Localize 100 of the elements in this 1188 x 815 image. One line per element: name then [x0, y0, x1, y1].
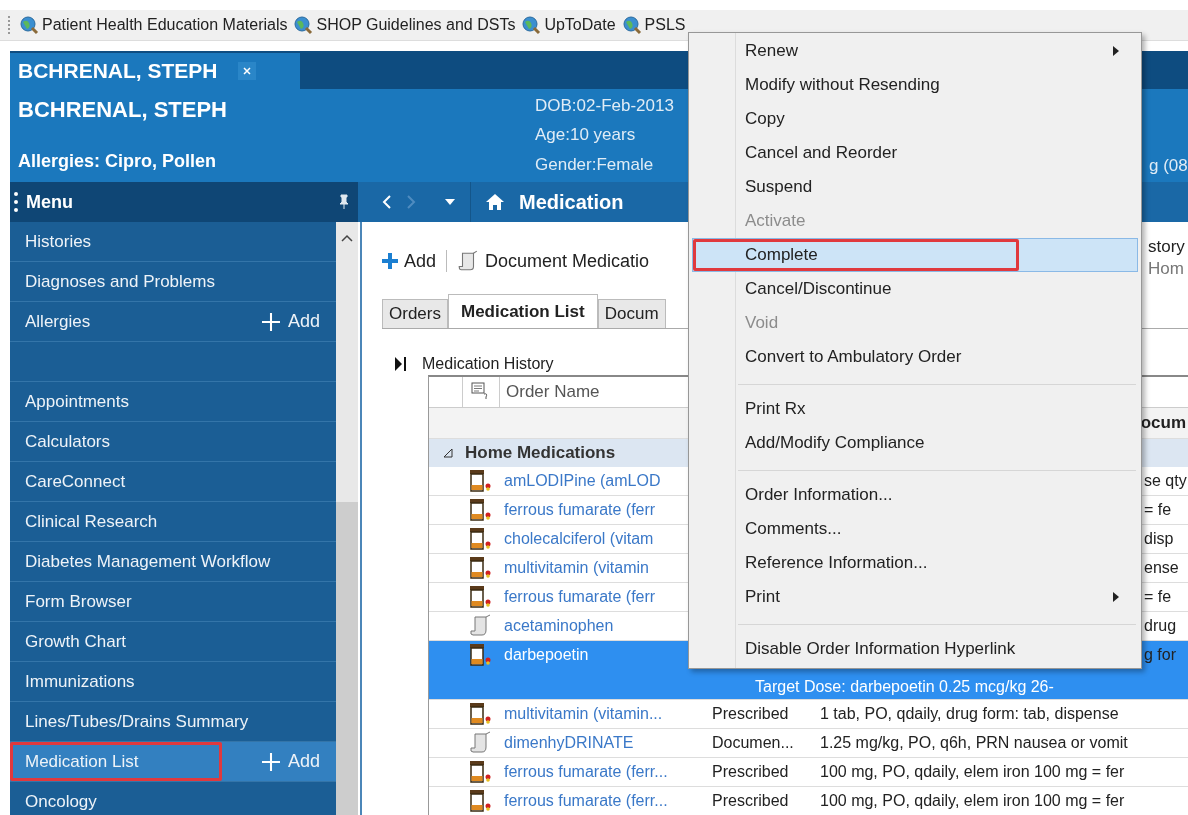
- collapse-panel-icon[interactable]: [394, 356, 408, 372]
- plus-icon: [382, 253, 398, 269]
- table-cell-text: Prescribed: [712, 792, 790, 810]
- tab[interactable]: Docum: [597, 299, 666, 328]
- order-name-link[interactable]: ferrous fumarate (ferr...: [498, 763, 712, 781]
- scroll-icon: [468, 731, 492, 755]
- home-icon[interactable]: [485, 193, 505, 211]
- menu-item[interactable]: Copy: [692, 102, 1138, 136]
- table-cell: se qty: [1144, 472, 1187, 490]
- plus-icon: [261, 312, 280, 331]
- globe-search-icon: [19, 15, 39, 35]
- table-cell: 1 tab, PO, qdaily, drug form: tab, dispense: [820, 705, 1119, 723]
- tab[interactable]: Medication List: [447, 294, 598, 328]
- gender-text: Gender:Female: [535, 155, 655, 176]
- order-name-link[interactable]: ferrous fumarate (ferr...: [498, 792, 712, 810]
- scrollbar-thumb[interactable]: [336, 502, 358, 815]
- toolbar-link[interactable]: UpToDate: [521, 15, 616, 35]
- menu-item[interactable]: Add/Modify Compliance: [692, 426, 1138, 460]
- globe-search-icon: [521, 15, 542, 35]
- table-cell: ense: [1144, 559, 1179, 577]
- table-cell: Target Dose: darbepoetin 0.25 mcg/kg 26-: [755, 678, 1054, 696]
- menu-item[interactable]: Comments...: [692, 512, 1138, 546]
- pin-icon[interactable]: [338, 194, 350, 210]
- dropdown-caret-icon[interactable]: [444, 198, 456, 206]
- table-row[interactable]: multivitamin (vitamin... Prescribed 1 tab, PO, qdaily, drug form: tab, dispense: [429, 700, 1188, 729]
- sidebar-item[interactable]: Clinical Research: [10, 502, 336, 542]
- submenu-arrow-icon: [1113, 46, 1119, 56]
- sidebar-item[interactable]: Medication List Add: [10, 742, 336, 782]
- menu-item[interactable]: Reference Information...: [692, 546, 1138, 580]
- menu-item[interactable]: Cancel/Discontinue: [692, 272, 1138, 306]
- table-cell: drug: [1144, 617, 1177, 635]
- order-name-link[interactable]: dimenhyDRINATE: [498, 734, 712, 752]
- table-cell: disp: [1144, 530, 1174, 548]
- table-row[interactable]: dimenhyDRINATE Documen... 1.25 mg/kg, PO, q6h, PRN nausea or vomit: [429, 729, 1188, 758]
- patient-tab[interactable]: BCHRENAL, STEPH: [10, 53, 300, 89]
- back-icon[interactable]: [382, 194, 392, 210]
- sidebar-item[interactable]: Diabetes Management Workflow: [10, 542, 336, 582]
- plus-icon: [261, 752, 280, 771]
- sidebar-item-label: CareConnect: [25, 471, 126, 492]
- sidebar-item-label: Diabetes Management Workflow: [25, 551, 271, 572]
- toolbar-text: story: [1148, 236, 1185, 258]
- order-name-link[interactable]: acetaminophen: [498, 617, 684, 635]
- table-cell: = fe: [1144, 501, 1172, 519]
- pill-bottle-icon: [468, 556, 492, 580]
- document-medication-button[interactable]: Document Medicatio: [457, 250, 650, 272]
- order-name-link[interactable]: multivitamin (vitamin: [498, 559, 684, 577]
- sidebar-item-label: Calculators: [25, 431, 111, 452]
- order-name-link[interactable]: multivitamin (vitamin...: [498, 705, 712, 723]
- scroll-up-icon[interactable]: [341, 234, 353, 242]
- scrollbar[interactable]: [336, 222, 358, 815]
- add-link[interactable]: Add: [261, 311, 320, 332]
- pill-bottle-icon: [468, 498, 492, 522]
- sidebar-item-label: Diagnoses and Problems: [25, 271, 215, 292]
- table-row[interactable]: ferrous fumarate (ferr... Prescribed 100 mg, PO, qdaily, elem iron 100 mg = fer: [429, 787, 1188, 815]
- menu-item[interactable]: Convert to Ambulatory Order: [692, 340, 1138, 374]
- sidebar-item[interactable]: Immunizations: [10, 662, 336, 702]
- grip-icon: [14, 192, 18, 212]
- table-cell: 100 mg, PO, qdaily, elem iron 100 mg = fer: [820, 763, 1125, 781]
- menu-title: Menu: [26, 191, 74, 213]
- tab[interactable]: Orders: [382, 299, 448, 328]
- add-link[interactable]: Add: [261, 751, 320, 772]
- menu-item[interactable]: Renew: [692, 34, 1138, 68]
- column-header[interactable]: ocum: [1140, 413, 1186, 433]
- menu-item[interactable]: Order Information...: [692, 460, 1138, 512]
- sidebar-item[interactable]: Lines/Tubes/Drains Summary: [10, 702, 336, 742]
- toolbar-link[interactable]: Patient Health Education Materials: [19, 15, 288, 35]
- sidebar-item-label: Histories: [25, 231, 92, 252]
- pill-bottle-icon: [468, 760, 492, 784]
- toolbar-link[interactable]: PSLS: [621, 15, 686, 35]
- add-button[interactable]: Add: [382, 250, 437, 272]
- menu-item[interactable]: Print: [692, 580, 1138, 614]
- menu-item[interactable]: Suspend: [692, 170, 1138, 204]
- sidebar-item[interactable]: Form Browser: [10, 582, 336, 622]
- order-name-link[interactable]: cholecalciferol (vitam: [498, 530, 684, 548]
- table-row[interactable]: ferrous fumarate (ferr... Prescribed 100 mg, PO, qdaily, elem iron 100 mg = fer: [429, 758, 1188, 787]
- menu-item[interactable]: Modify without Resending: [692, 68, 1138, 102]
- scroll-icon: [457, 250, 480, 272]
- column-header[interactable]: Order Name: [506, 382, 600, 402]
- close-icon[interactable]: [237, 62, 256, 80]
- order-name-link[interactable]: ferrous fumarate (ferr: [498, 501, 684, 519]
- pill-bottle-icon: [468, 527, 492, 551]
- expand-triangle-icon[interactable]: [443, 448, 453, 458]
- order-name-link[interactable]: ferrous fumarate (ferr: [498, 588, 684, 606]
- menu-item[interactable]: Print Rx: [692, 374, 1138, 426]
- pill-bottle-icon: [468, 585, 492, 609]
- menu-item[interactable]: Cancel and Reorder: [692, 136, 1138, 170]
- sidebar-item[interactable]: Histories: [10, 222, 336, 262]
- toolbar-text: Hom: [1148, 258, 1185, 280]
- toolbar-link[interactable]: SHOP Guidelines and DSTs: [293, 15, 516, 35]
- menu-item[interactable]: Complete: [692, 238, 1138, 272]
- sidebar-item[interactable]: Diagnoses and Problems: [10, 262, 336, 302]
- dob-text: DOB:02-Feb-2013: [535, 95, 675, 116]
- sidebar-item[interactable]: Allergies Add: [10, 302, 336, 342]
- sidebar-item[interactable]: Oncology: [10, 782, 336, 815]
- sidebar-item[interactable]: Calculators: [10, 422, 336, 462]
- order-name-link[interactable]: amLODIPine (amLOD: [498, 472, 684, 490]
- sidebar-item[interactable]: CareConnect: [10, 462, 336, 502]
- order-name-link[interactable]: darbepoetin: [498, 646, 684, 664]
- sidebar-item[interactable]: Growth Chart: [10, 622, 336, 662]
- sidebar-item[interactable]: Appointments: [10, 382, 336, 422]
